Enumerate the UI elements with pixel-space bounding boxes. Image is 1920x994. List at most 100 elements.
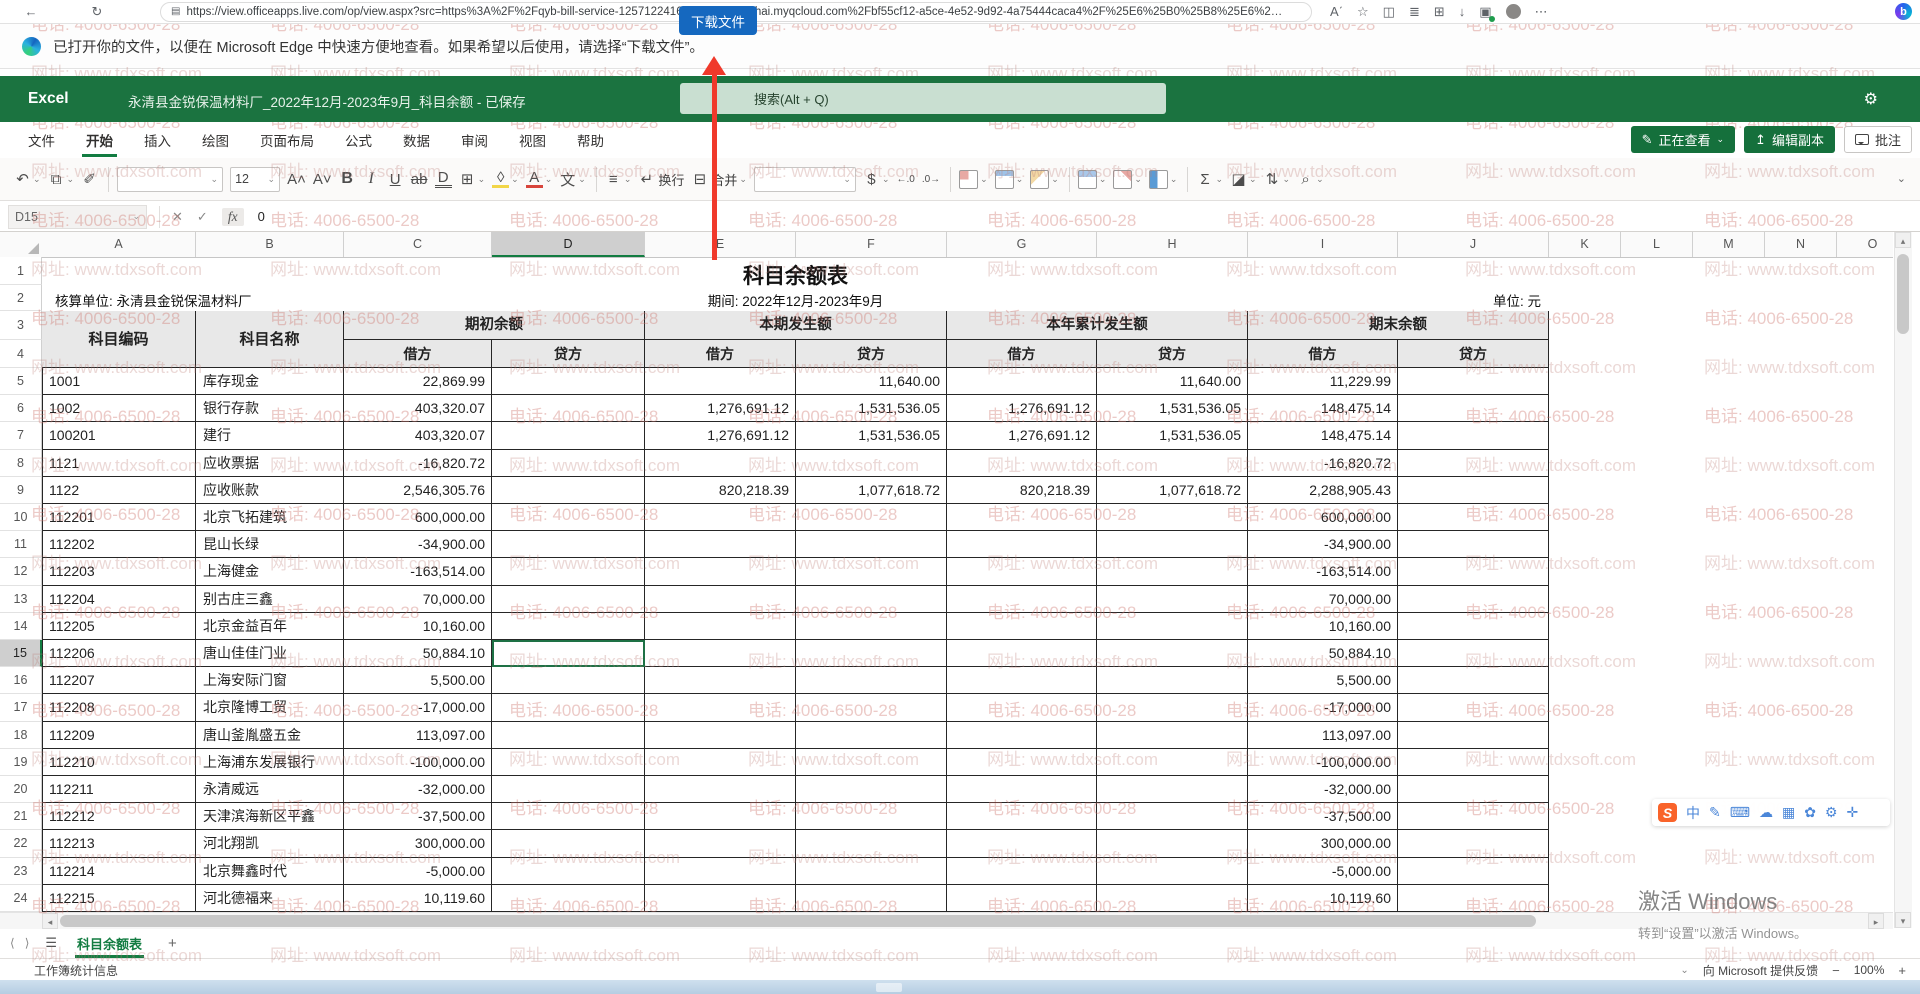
vertical-scroll-thumb[interactable] xyxy=(1897,254,1909,334)
cell-A16[interactable]: 112207 xyxy=(42,667,196,694)
cell-B24[interactable]: 河北德福来 xyxy=(196,885,344,912)
row-header-10[interactable]: 10 xyxy=(0,504,42,531)
cell-H9[interactable]: 1,077,618.72 xyxy=(1097,477,1248,504)
cell-G15[interactable] xyxy=(947,640,1097,667)
cell-H15[interactable] xyxy=(1097,640,1248,667)
autosum-button[interactable]: Σ⌄ xyxy=(1196,171,1223,188)
extensions-icon[interactable]: ▣ xyxy=(1479,4,1491,20)
cell-F15[interactable] xyxy=(796,640,947,667)
format-painter-button[interactable]: ✐ xyxy=(81,170,98,188)
cell-H10[interactable] xyxy=(1097,504,1248,531)
settings-dots-icon[interactable]: ⋯ xyxy=(1535,4,1548,20)
cell-C17[interactable]: -17,000.00 xyxy=(344,694,492,721)
back-icon[interactable]: ← xyxy=(18,4,44,19)
cell-G12[interactable] xyxy=(947,558,1097,585)
cell-J13[interactable] xyxy=(1398,586,1549,613)
header-code[interactable]: 科目编码 xyxy=(42,311,196,368)
cell-J9[interactable] xyxy=(1398,477,1549,504)
cell-D19[interactable] xyxy=(492,749,645,776)
edit-copy-button[interactable]: ↥ 编辑副本 xyxy=(1744,126,1835,153)
cell-F11[interactable] xyxy=(796,531,947,558)
viewing-mode-button[interactable]: ✎ 正在查看 ⌄ xyxy=(1631,126,1735,153)
cell-H18[interactable] xyxy=(1097,722,1248,749)
row-header-15[interactable]: 15 xyxy=(0,640,42,667)
cell-A12[interactable]: 112203 xyxy=(42,558,196,585)
increase-decimal-button[interactable]: .0→ xyxy=(922,174,940,185)
cell-C24[interactable]: 10,119.60 xyxy=(344,885,492,912)
column-header-C[interactable]: C xyxy=(344,232,492,257)
cell-A13[interactable]: 112204 xyxy=(42,586,196,613)
cell-B17[interactable]: 北京隆博工贸 xyxy=(196,694,344,721)
sheet-tab-active[interactable]: 科目余额表 xyxy=(75,928,144,959)
cell-I5[interactable]: 11,229.99 xyxy=(1248,368,1398,395)
decrease-font-size-button[interactable]: A˅ xyxy=(313,171,332,188)
cell-C14[interactable]: 10,160.00 xyxy=(344,613,492,640)
row-header-12[interactable]: 12 xyxy=(0,558,42,585)
cell-A9[interactable]: 1122 xyxy=(42,477,196,504)
cell-G16[interactable] xyxy=(947,667,1097,694)
borders-button[interactable]: ⊞⌄ xyxy=(459,170,486,188)
cell-I21[interactable]: -37,500.00 xyxy=(1248,803,1398,830)
cell-A17[interactable]: 112208 xyxy=(42,694,196,721)
cell-E15[interactable] xyxy=(645,640,796,667)
cell-A21[interactable]: 112212 xyxy=(42,803,196,830)
horizontal-scroll-thumb[interactable] xyxy=(60,915,1536,927)
cell-I7[interactable]: 148,475.14 xyxy=(1248,422,1398,449)
header-debit-4[interactable]: 借方 xyxy=(1248,340,1398,368)
cell-B23[interactable]: 北京舞鑫时代 xyxy=(196,858,344,885)
name-box[interactable]: D15 ⌄ xyxy=(8,205,147,229)
cell-J16[interactable] xyxy=(1398,667,1549,694)
cell-I9[interactable]: 2,288,905.43 xyxy=(1248,477,1398,504)
cell-A11[interactable]: 112202 xyxy=(42,531,196,558)
cell-B10[interactable]: 北京飞拓建筑 xyxy=(196,504,344,531)
header-credit-3[interactable]: 贷方 xyxy=(1097,340,1248,368)
cell-F18[interactable] xyxy=(796,722,947,749)
favorites-star-icon[interactable]: ☆ xyxy=(1357,4,1369,20)
ime-medical-icon[interactable]: ✛ xyxy=(1846,804,1858,821)
cell-B9[interactable]: 应收账款 xyxy=(196,477,344,504)
cell-C16[interactable]: 5,500.00 xyxy=(344,667,492,694)
ribbon-tab-文件[interactable]: 文件 xyxy=(26,130,57,150)
next-sheet-icon[interactable]: ⟩ xyxy=(25,936,30,950)
cell-E13[interactable] xyxy=(645,586,796,613)
cell-F21[interactable] xyxy=(796,803,947,830)
cell-J8[interactable] xyxy=(1398,450,1549,477)
cell-A15[interactable]: 112206 xyxy=(42,640,196,667)
downloads-icon[interactable]: ↓ xyxy=(1459,4,1466,19)
cell-J10[interactable] xyxy=(1398,504,1549,531)
insert-function-icon[interactable]: fx xyxy=(222,208,244,226)
cell-F6[interactable]: 1,531,536.05 xyxy=(796,395,947,422)
cell-C20[interactable]: -32,000.00 xyxy=(344,776,492,803)
ribbon-tab-绘图[interactable]: 绘图 xyxy=(200,130,231,150)
ribbon-tab-开始[interactable]: 开始 xyxy=(84,130,115,150)
cell-I24[interactable]: 10,119.60 xyxy=(1248,885,1398,912)
ime-skin-icon[interactable]: ✿ xyxy=(1804,804,1816,821)
format-as-table-button[interactable]: ⌄ xyxy=(995,170,1024,189)
cell-C13[interactable]: 70,000.00 xyxy=(344,586,492,613)
cell-G13[interactable] xyxy=(947,586,1097,613)
profile-avatar[interactable] xyxy=(1506,4,1521,19)
cell-F13[interactable] xyxy=(796,586,947,613)
cell-H12[interactable] xyxy=(1097,558,1248,585)
cell-H22[interactable] xyxy=(1097,830,1248,857)
cell-J7[interactable] xyxy=(1398,422,1549,449)
cell-J14[interactable] xyxy=(1398,613,1549,640)
cell-D11[interactable] xyxy=(492,531,645,558)
column-header-L[interactable]: L xyxy=(1621,232,1693,257)
cell-C19[interactable]: -100,000.00 xyxy=(344,749,492,776)
cell-J12[interactable] xyxy=(1398,558,1549,585)
cell-F7[interactable]: 1,531,536.05 xyxy=(796,422,947,449)
cell-C10[interactable]: 600,000.00 xyxy=(344,504,492,531)
cell-H24[interactable] xyxy=(1097,885,1248,912)
double-underline-button[interactable]: D xyxy=(435,171,452,188)
document-title-chevron-icon[interactable]: ⌄ xyxy=(505,91,514,104)
cell-A24[interactable]: 112215 xyxy=(42,885,196,912)
column-header-I[interactable]: I xyxy=(1248,232,1398,257)
cell-E17[interactable] xyxy=(645,694,796,721)
cell-I8[interactable]: -16,820.72 xyxy=(1248,450,1398,477)
cell-E18[interactable] xyxy=(645,722,796,749)
row-header-18[interactable]: 18 xyxy=(0,722,42,749)
decrease-decimal-button[interactable]: ←.0 xyxy=(896,174,914,185)
header-debit-3[interactable]: 借方 xyxy=(947,340,1097,368)
document-title[interactable]: 永清县金锐保温材料厂_2022年12月-2023年9月_科目余额 - 已保存 xyxy=(128,91,526,111)
